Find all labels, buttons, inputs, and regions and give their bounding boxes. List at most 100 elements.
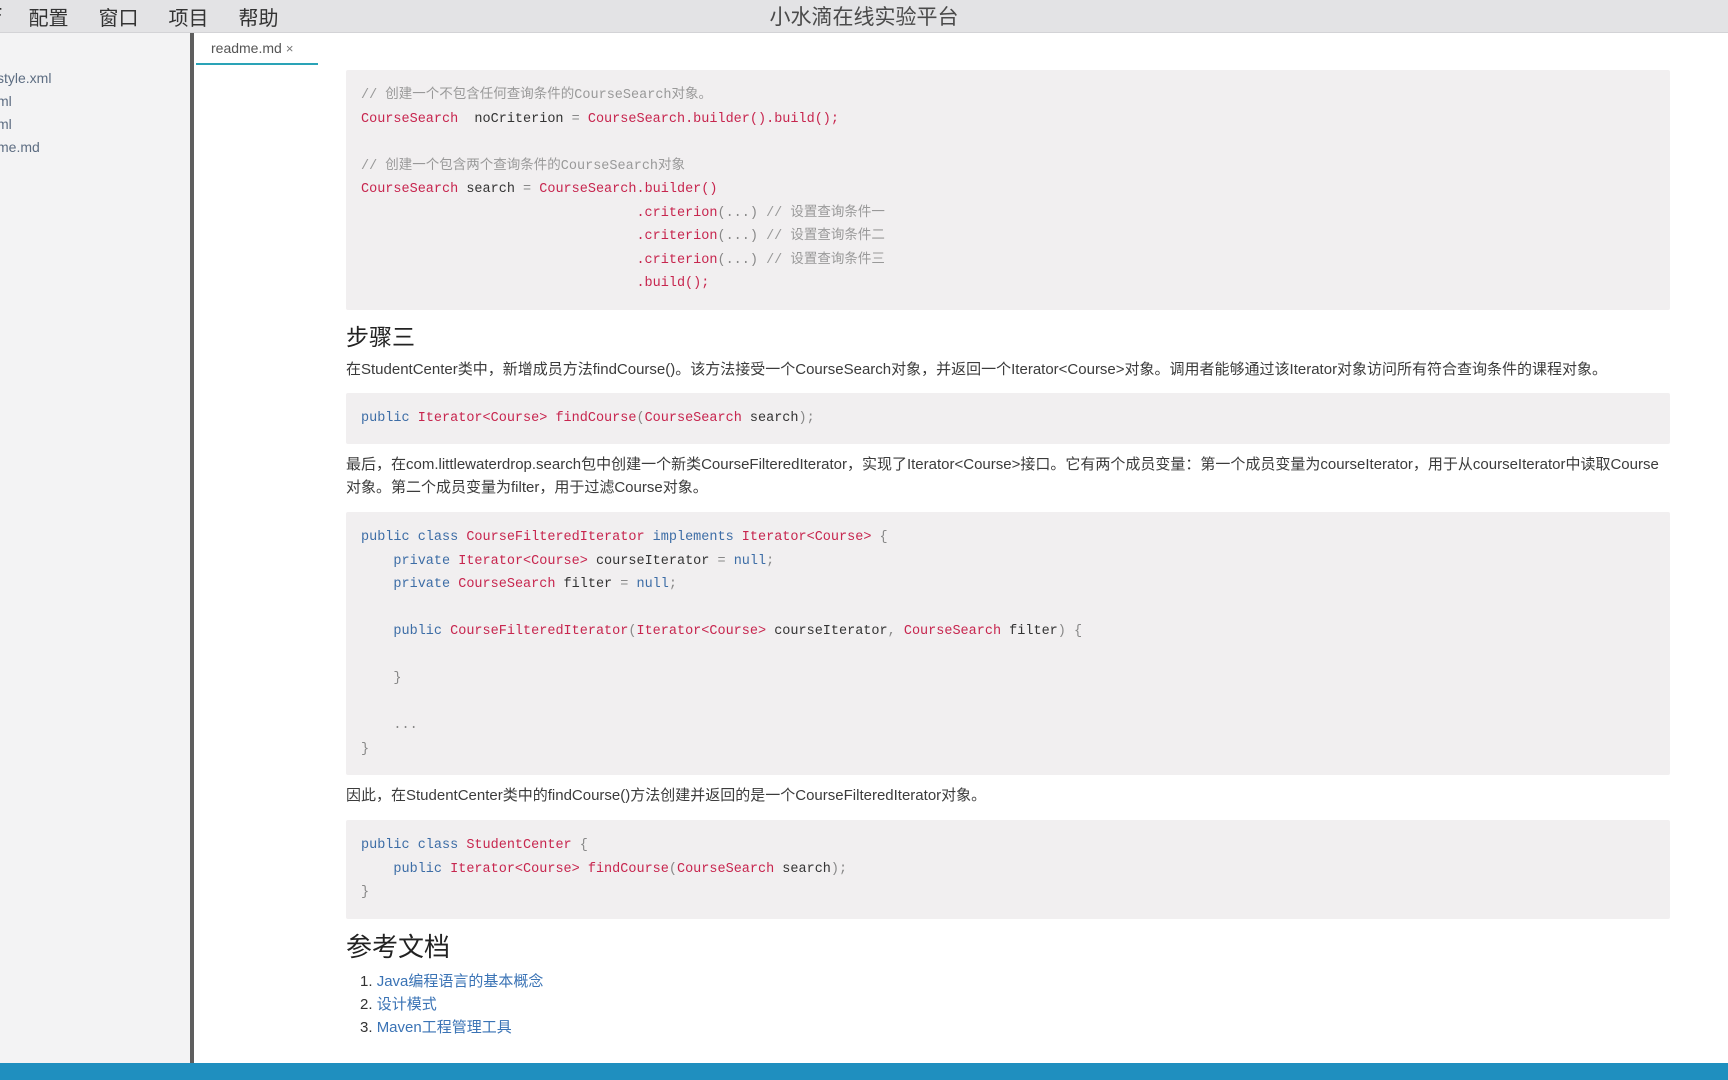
code-line: .build(); xyxy=(361,276,709,291)
reference-number: 3. xyxy=(360,1018,377,1036)
step3-paragraph: 在StudentCenter类中，新增成员方法findCourse()。该方法接… xyxy=(346,360,1608,378)
code-token: ; xyxy=(766,553,775,569)
code-token: search xyxy=(741,410,799,426)
code-token: Iterator<Course> xyxy=(417,410,548,426)
tab-label: readme.md xyxy=(211,40,282,56)
file-item[interactable]: ml xyxy=(0,113,51,136)
title-bar: F 配置 窗口 项目 帮助 小水滴在线实验平台 xyxy=(0,0,1728,33)
code-token: null xyxy=(636,577,669,592)
code-line: // 创建一个包含两个查询条件的CourseSearch对象 xyxy=(361,159,685,174)
code-block-filtered-iterator: public class CourseFilteredIterator impl… xyxy=(346,512,1670,775)
code-line: public class StudentCenter { xyxy=(361,838,588,853)
code-token: courseIterator xyxy=(766,624,888,639)
app-title: 小水滴在线实验平台 xyxy=(769,5,959,29)
code-token: filter xyxy=(1001,624,1058,639)
file-item[interactable]: me.md xyxy=(0,136,51,159)
reference-link[interactable]: Maven工程管理工具 xyxy=(377,1019,512,1036)
code-line: // 创建一个不包含任何查询条件的CourseSearch对象。 xyxy=(361,88,712,103)
code-token: ); xyxy=(830,861,848,877)
file-item[interactable]: style.xml xyxy=(0,67,51,90)
code-token: , xyxy=(887,624,896,639)
code-token: public xyxy=(393,624,443,639)
code-token: Iterator<Course> xyxy=(636,624,767,639)
code-token: findCourse xyxy=(587,861,669,877)
menu-item-4[interactable]: 帮助 xyxy=(239,2,279,31)
code-token: .builder().build(); xyxy=(685,111,840,127)
code-token: CourseSearch xyxy=(587,111,686,127)
reference-link[interactable]: 设计模式 xyxy=(377,996,437,1013)
code-token: Iterator<Course> xyxy=(458,553,588,569)
menu-bar: F 配置 窗口 项目 帮助 xyxy=(0,0,309,32)
step3-heading: 步骤三 xyxy=(346,323,415,350)
code-line: } xyxy=(361,742,369,757)
code-token: public xyxy=(393,861,443,877)
code-token: .criterion xyxy=(636,205,718,221)
code-line: private CourseSearch filter = null; xyxy=(361,577,677,592)
code-token: CourseSearch xyxy=(644,410,742,426)
code-token: public xyxy=(361,410,410,426)
code-token: (...) xyxy=(717,205,758,221)
code-token: (...) xyxy=(717,229,758,244)
code-token: CourseSearch xyxy=(539,182,637,197)
code-token: { xyxy=(871,530,888,545)
file-tree: style.xml ml ml me.md xyxy=(0,67,51,159)
code-token: } xyxy=(361,885,370,900)
tab-close-icon[interactable]: × xyxy=(286,41,294,56)
code-line: public CourseFilteredIterator(Iterator<C… xyxy=(361,624,1082,639)
code-token: (...) xyxy=(717,252,758,268)
file-item[interactable]: ml xyxy=(0,90,51,113)
code-token: .build(); xyxy=(636,276,710,291)
code-token: public class xyxy=(361,530,459,545)
code-line: public Iterator<Course> findCourse(Cours… xyxy=(361,411,815,426)
code-token: ) { xyxy=(1057,624,1083,639)
code-line: .criterion(...) // 设置查询条件二 xyxy=(361,229,884,244)
code-token: ; xyxy=(668,577,677,592)
code-line: CourseSearch search = CourseSearch.build… xyxy=(361,182,717,197)
reference-link[interactable]: Java编程语言的基本概念 xyxy=(377,973,544,990)
code-token: implements xyxy=(652,530,734,545)
menu-item-3[interactable]: 项目 xyxy=(169,2,209,31)
tab-readme[interactable]: readme.md × xyxy=(196,33,318,65)
summary-paragraph: 因此，在StudentCenter类中的findCourse()方法创建并返回的… xyxy=(346,787,987,804)
code-token: CourseSearch xyxy=(676,861,775,877)
code-line: ... xyxy=(361,718,417,733)
code-token: private xyxy=(393,553,451,569)
code-line: public Iterator<Course> findCourse(Cours… xyxy=(361,862,847,877)
code-token: CourseFilteredIterator xyxy=(466,530,645,545)
code-line: } xyxy=(361,671,402,686)
reference-item: 3. Maven工程管理工具 xyxy=(360,1016,1670,1039)
code-token: .criterion xyxy=(636,229,718,244)
code-token: search xyxy=(458,182,524,197)
code-token: public class xyxy=(361,838,459,853)
menu-item-1[interactable]: 配置 xyxy=(29,2,69,31)
code-token: .builder() xyxy=(636,182,718,197)
iterator-paragraph: 最后，在com.littlewaterdrop.search包中创建一个新类Co… xyxy=(346,456,1659,496)
reference-number: 1. xyxy=(360,972,377,990)
code-token: // 创建一个包含两个查询条件的CourseSearch对象 xyxy=(361,158,686,174)
code-token: } xyxy=(393,671,402,686)
code-token: findCourse xyxy=(555,410,637,426)
code-token: CourseFilteredIterator xyxy=(450,624,629,639)
code-token: .criterion xyxy=(636,252,718,268)
code-token: ( xyxy=(668,861,677,877)
menu-item-0[interactable]: F xyxy=(0,4,3,28)
code-token: ); xyxy=(798,410,815,426)
code-token: CourseSearch xyxy=(361,182,459,197)
code-line: CourseSearch noCriterion = CourseSearch.… xyxy=(361,112,839,127)
code-block-find-course: public Iterator<Course> findCourse(Cours… xyxy=(346,392,1670,444)
code-token: StudentCenter xyxy=(466,838,572,853)
menu-item-2[interactable]: 窗口 xyxy=(99,2,139,31)
